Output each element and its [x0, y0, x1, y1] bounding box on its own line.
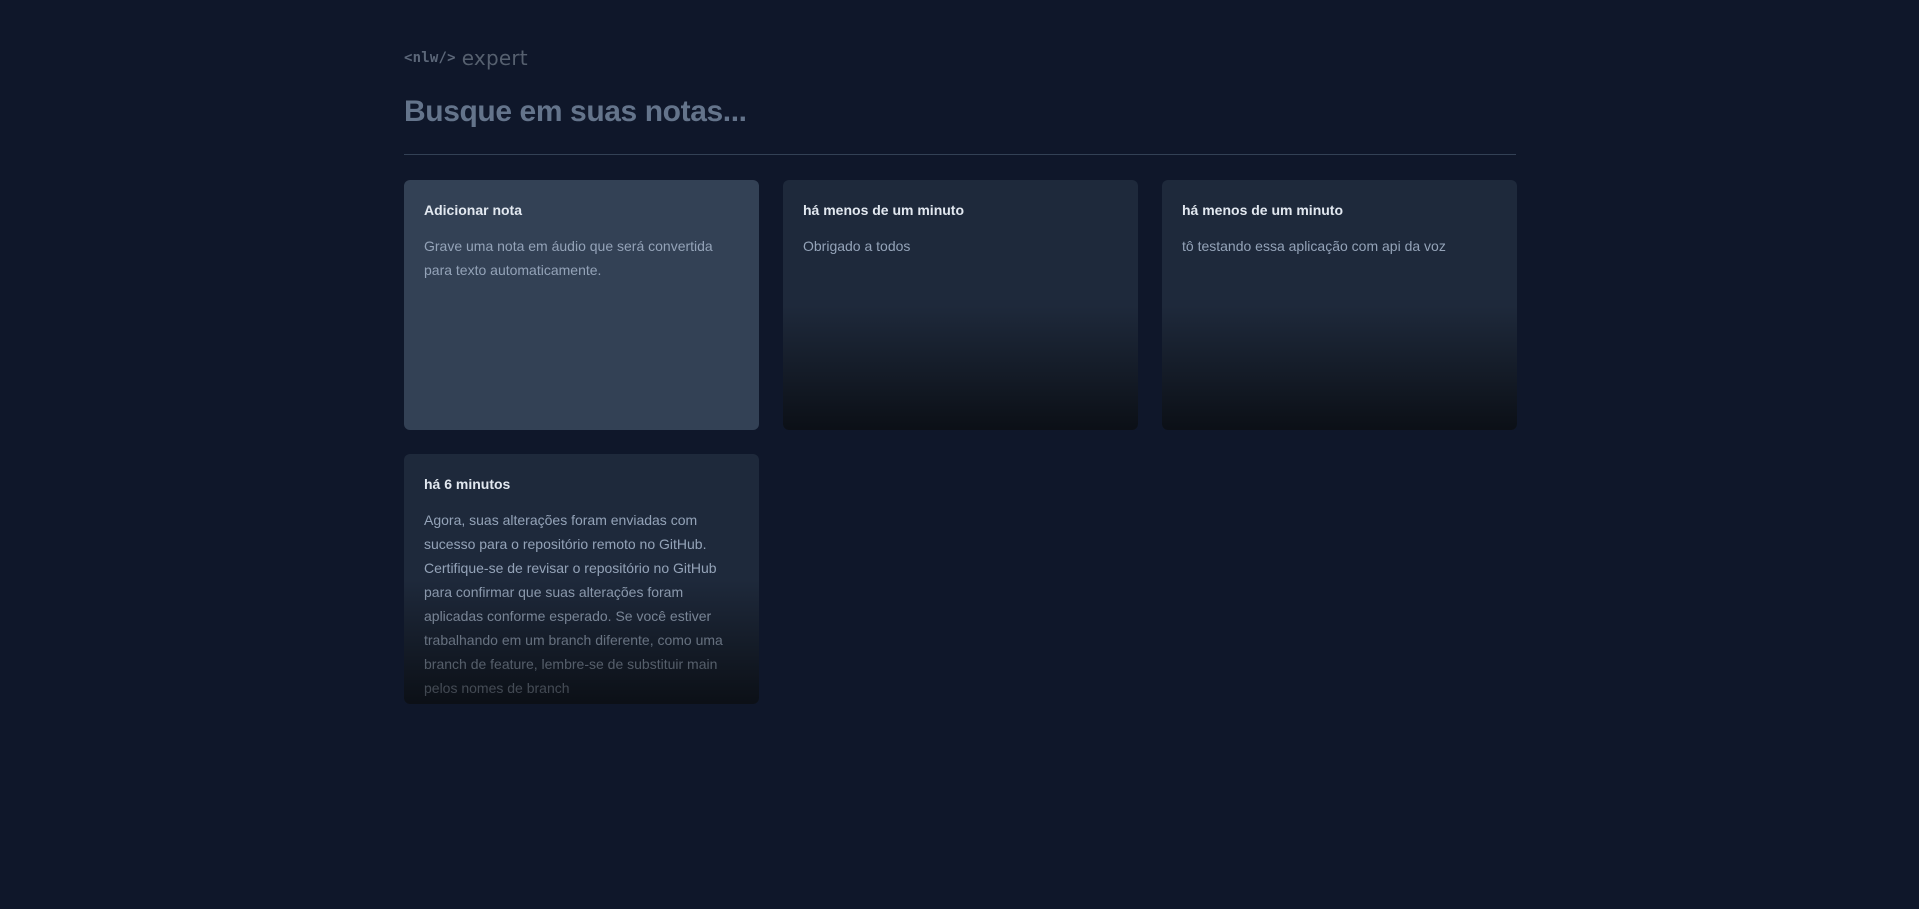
- note-content: tô testando essa aplicação com api da vo…: [1182, 238, 1446, 254]
- note-content: Agora, suas alterações foram enviadas co…: [424, 512, 723, 696]
- divider: [404, 154, 1516, 155]
- add-note-title: Adicionar nota: [424, 202, 523, 218]
- note-fade-overlay: [783, 305, 1138, 430]
- logo-code: <nlw/>: [404, 50, 456, 66]
- note-card[interactable]: há menos de um minuto Obrigado a todos: [783, 180, 1138, 430]
- note-fade-overlay: [1162, 305, 1517, 430]
- note-date: há menos de um minuto: [1182, 202, 1344, 218]
- add-note-description: Grave uma nota em áudio que será convert…: [424, 238, 713, 278]
- note-card[interactable]: há menos de um minuto tô testando essa a…: [1162, 180, 1517, 430]
- logo: <nlw/> expert: [404, 46, 528, 70]
- search-input[interactable]: [404, 92, 1516, 132]
- note-card[interactable]: há 6 minutos Agora, suas alterações fora…: [404, 454, 759, 704]
- note-date: há 6 minutos: [424, 476, 511, 492]
- logo-brand: expert: [461, 46, 528, 70]
- note-date: há menos de um minuto: [803, 202, 965, 218]
- notes-grid: Adicionar nota Grave uma nota em áudio q…: [404, 180, 1517, 704]
- add-note-card[interactable]: Adicionar nota Grave uma nota em áudio q…: [404, 180, 759, 430]
- note-content: Obrigado a todos: [803, 238, 911, 254]
